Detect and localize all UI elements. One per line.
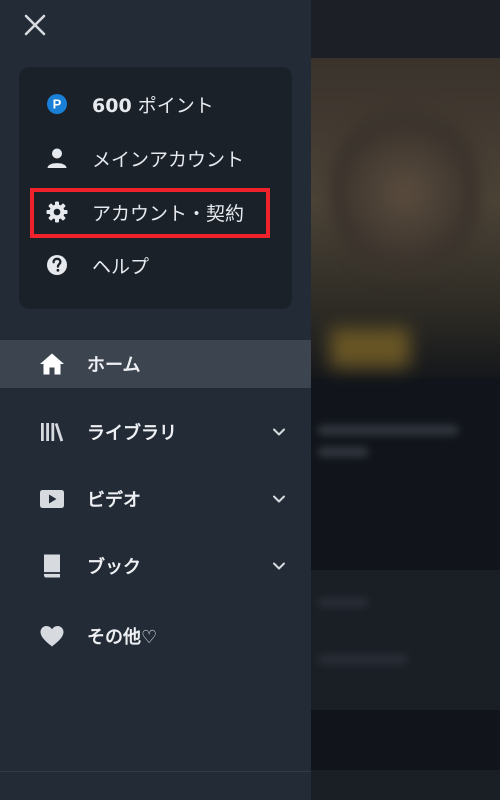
background-text [318,655,408,664]
background-content [310,0,500,800]
background-card [310,770,500,800]
person-icon [45,146,69,170]
divider [0,771,311,772]
close-button[interactable] [20,10,50,40]
points-badge-icon: P [45,92,69,116]
background-hero-image [310,58,500,378]
background-text [318,447,368,457]
nav-label-book: ブック [87,557,141,578]
chevron-down-icon[interactable] [268,555,290,577]
help-icon [45,253,69,277]
heart-icon [37,621,67,651]
help-label: ヘルプ [92,255,150,278]
nav-item-book[interactable]: ブック [0,542,311,590]
main-account-item[interactable]: メインアカウント [19,138,292,178]
chevron-down-icon[interactable] [268,488,290,510]
close-icon [24,14,46,36]
library-icon [37,417,67,447]
nav-item-other[interactable]: その他♡ [0,612,311,660]
nav-label-home: ホーム [87,355,141,376]
account-menu-card: P 600 ポイント メインアカウント アカウント・契約 ヘルプ [19,67,292,309]
home-icon [37,349,67,379]
help-item[interactable]: ヘルプ [19,245,292,285]
book-icon [37,551,67,581]
nav-label-library: ライブラリ [87,423,177,444]
nav-item-home[interactable]: ホーム [0,340,311,388]
svg-text:P: P [53,97,62,112]
gear-icon [45,200,69,224]
background-text [318,425,458,435]
account-contract-label: アカウント・契約 [92,202,245,225]
chevron-down-icon[interactable] [268,421,290,443]
nav-item-library[interactable]: ライブラリ [0,408,311,456]
nav-label-video: ビデオ [87,490,141,511]
nav-label-other: その他♡ [87,627,158,648]
points-label: 600 ポイント [92,91,214,118]
background-card [310,640,500,710]
video-icon [37,484,67,514]
navigation-drawer: P 600 ポイント メインアカウント アカウント・契約 ヘルプ ホーム ライブ… [0,0,311,800]
main-account-label: メインアカウント [92,148,245,171]
points-value: 600 [92,94,132,117]
nav-item-video[interactable]: ビデオ [0,475,311,523]
background-header [310,0,500,58]
points-unit: ポイント [131,94,214,117]
background-text [318,598,368,607]
account-contract-item[interactable]: アカウント・契約 [19,192,292,232]
points-item[interactable]: P 600 ポイント [19,84,292,124]
